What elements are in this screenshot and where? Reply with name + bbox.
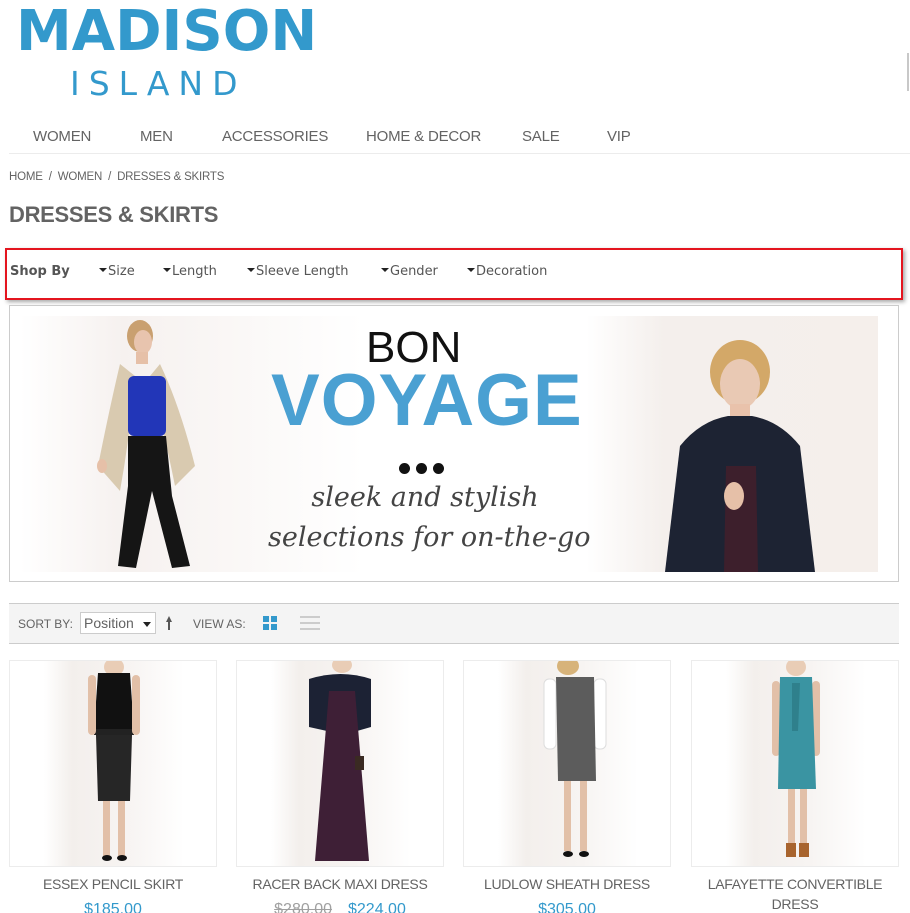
product-price: $185.00: [9, 901, 217, 913]
filter-label: Gender: [390, 264, 438, 279]
product-card: LAFAYETTE CONVERTIBLE DRESS: [691, 660, 899, 913]
nav-item-home-decor[interactable]: HOME & DECOR: [366, 128, 481, 145]
header-divider: [907, 53, 909, 91]
product-image[interactable]: [691, 660, 899, 867]
nav-item-vip[interactable]: VIP: [607, 128, 631, 145]
product-image[interactable]: [9, 660, 217, 867]
product-card: ESSEX PENCIL SKIRT $185.00: [9, 660, 217, 913]
price-current: $224.00: [348, 901, 406, 913]
nav-item-sale[interactable]: SALE: [522, 128, 560, 145]
banner-title-voyage: VOYAGE: [271, 360, 583, 441]
shop-by-label: Shop By: [10, 264, 70, 279]
grid-view-icon[interactable]: [263, 616, 277, 630]
price-current: $305.00: [538, 901, 596, 913]
banner-model-left-image: [97, 320, 195, 568]
filter-length[interactable]: Length: [163, 264, 217, 279]
product-name[interactable]: LUDLOW SHEATH DRESS: [463, 874, 671, 894]
page-title: DRESSES & SKIRTS: [9, 202, 219, 227]
site-logo[interactable]: MADISON ISLAND: [16, 0, 317, 105]
filter-gender[interactable]: Gender: [381, 264, 438, 279]
product-name[interactable]: RACER BACK MAXI DRESS: [236, 874, 444, 894]
sort-by-select[interactable]: Position: [80, 612, 156, 634]
breadcrumb-separator: /: [108, 171, 112, 183]
breadcrumb-current: DRESSES & SKIRTS: [117, 171, 225, 183]
filter-size[interactable]: Size: [99, 264, 135, 279]
promo-banner[interactable]: BON VOYAGE sleek and stylish selections …: [9, 305, 899, 582]
product-price: $280.00 $224.00: [236, 901, 444, 913]
sort-by-label: SORT BY:: [18, 617, 73, 631]
caret-down-icon: [143, 622, 151, 627]
caret-down-icon: [247, 267, 255, 272]
filter-label: Length: [172, 264, 217, 279]
breadcrumb-women[interactable]: WOMEN: [58, 171, 103, 183]
filter-label: Sleeve Length: [256, 264, 349, 279]
nav-item-men[interactable]: MEN: [140, 128, 173, 145]
breadcrumb-home[interactable]: HOME: [9, 171, 43, 183]
shop-by-filters: Shop By Size Length Sleeve Length Gender…: [5, 248, 903, 300]
view-as-label: VIEW AS:: [193, 617, 246, 631]
sort-by-value: Position: [84, 615, 134, 631]
logo-sub-text: ISLAND: [70, 64, 247, 103]
product-photo-lafayette: [772, 661, 820, 857]
sort-toolbar: SORT BY: Position VIEW AS:: [9, 603, 899, 644]
product-card: RACER BACK MAXI DRESS $280.00 $224.00: [236, 660, 444, 913]
caret-down-icon: [381, 267, 389, 272]
nav-item-women[interactable]: WOMEN: [33, 128, 91, 145]
banner-model-right-image: [665, 340, 815, 572]
banner-tagline-1: sleek and stylish: [311, 482, 539, 513]
price-current: $185.00: [84, 901, 142, 913]
product-image[interactable]: [463, 660, 671, 867]
breadcrumb: HOME / WOMEN / DRESSES & SKIRTS: [9, 171, 224, 183]
product-photo-ludlow: [543, 661, 607, 857]
product-name[interactable]: LAFAYETTE CONVERTIBLE DRESS: [691, 874, 899, 913]
caret-down-icon: [99, 267, 107, 272]
caret-down-icon: [163, 267, 171, 272]
banner-tagline-2: selections for on-the-go: [268, 522, 591, 553]
breadcrumb-separator: /: [48, 171, 52, 183]
main-nav: WOMEN MEN ACCESSORIES HOME & DECOR SALE …: [9, 118, 910, 154]
filter-label: Decoration: [476, 264, 548, 279]
product-price: $305.00: [463, 901, 671, 913]
product-image[interactable]: [236, 660, 444, 867]
product-photo-essex: [88, 661, 140, 861]
arrow-up-icon[interactable]: [164, 615, 174, 631]
caret-down-icon: [467, 267, 475, 272]
product-card: LUDLOW SHEATH DRESS $305.00: [463, 660, 671, 913]
filter-decoration[interactable]: Decoration: [467, 264, 547, 279]
product-photo-racer-back: [309, 661, 371, 861]
filter-label: Size: [108, 264, 135, 279]
list-view-icon[interactable]: [300, 616, 320, 631]
price-old: $280.00: [274, 901, 332, 913]
filter-sleeve-length[interactable]: Sleeve Length: [247, 264, 349, 279]
banner-dots: [399, 461, 451, 474]
nav-item-accessories[interactable]: ACCESSORIES: [222, 128, 328, 145]
product-name[interactable]: ESSEX PENCIL SKIRT: [9, 874, 217, 894]
logo-main-text: MADISON: [16, 0, 318, 64]
